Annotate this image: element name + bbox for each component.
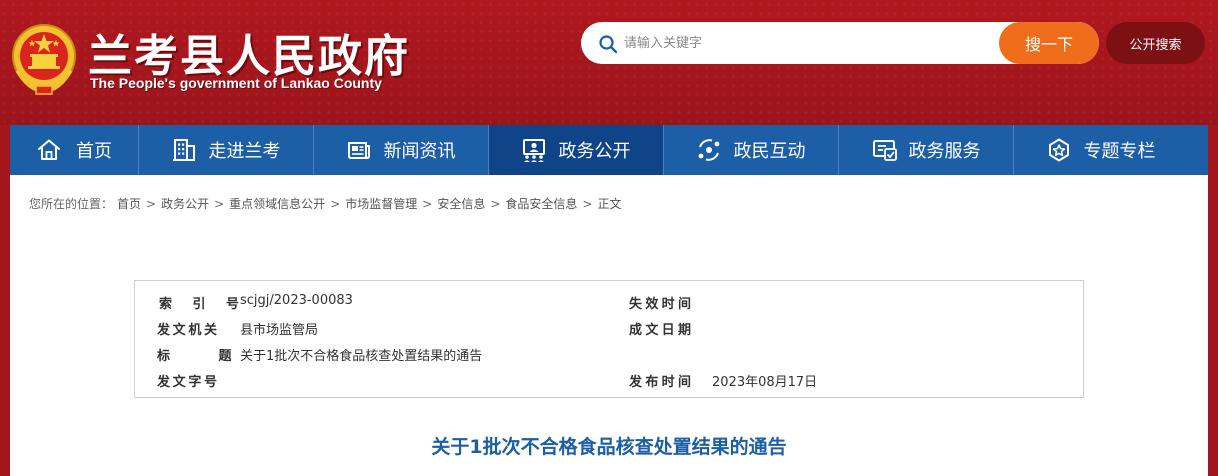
nav-label: 政务公开 [558,141,631,162]
site-subtitle: The People's government of Lankao County [90,75,382,91]
breadcrumb-separator: > [146,196,157,211]
meta-row: 发文字号 发布时间 2023年08月17日 [135,367,1083,393]
nav-item-home[interactable]: 首页 [10,125,138,175]
meta-row: 发文机关 县市场监管局 成文日期 [135,315,1083,341]
meta-label-issuer: 发文机关 [157,323,217,338]
meta-row: 索 引 号 scjgj/2023-00083 失效时间 [135,289,1083,315]
badge-icon [1048,138,1069,162]
article-title: 关于1批次不合格食品核查处置结果的通告 [431,436,787,458]
meta-label-docno: 发文字号 [157,375,217,390]
breadcrumb-separator: > [214,196,225,211]
breadcrumb-separator: > [330,196,341,211]
service-icon [872,140,897,161]
nav-label: 专题专栏 [1083,141,1156,162]
building-icon [172,139,195,161]
nav-item-services[interactable]: 政务服务 [838,125,1013,175]
main-nav: 首页 走进兰考 新闻资讯 政务公开 政民互动 政务服务 专题专栏 [10,125,1208,175]
search-box: 搜一下 [581,22,1099,64]
meta-value-publish: 2023年08月17日 [712,375,818,390]
breadcrumb-prefix: 您所在的位置： [29,197,114,211]
meta-value-issuer: 县市场监管局 [240,323,319,338]
document-meta-table: 索 引 号 scjgj/2023-00083 失效时间 发文机关 县市场监管局 … [134,280,1084,398]
home-icon [38,139,60,160]
search-input[interactable] [624,22,984,64]
nav-item-government-affairs[interactable]: 政务公开 [488,125,663,175]
nav-label: 政民互动 [733,141,806,162]
public-search-button[interactable]: 公开搜索 [1106,22,1205,64]
nav-label: 政务服务 [908,141,981,162]
meta-label-title: 标 题 [157,349,254,364]
meta-label-publish: 发布时间 [629,375,691,390]
meta-label-expire: 失效时间 [629,297,691,312]
nav-label: 首页 [76,141,112,162]
meta-value-title: 关于1批次不合格食品核查处置结果的通告 [240,349,483,364]
search-button[interactable]: 搜一下 [999,22,1099,64]
newspaper-icon [347,142,370,159]
nav-item-interaction[interactable]: 政民互动 [663,125,838,175]
breadcrumb-separator: > [582,196,593,211]
meta-value-index: scjgj/2023-00083 [240,293,353,308]
breadcrumb-separator: > [490,196,501,211]
national-emblem-icon [12,24,76,95]
breadcrumb-item-food-safety[interactable]: 食品安全信息 [505,195,577,212]
breadcrumb-current: 正文 [597,197,622,211]
breadcrumb-item-home[interactable]: 首页 [117,195,141,212]
breadcrumb-item-market-supervision[interactable]: 市场监督管理 [345,195,417,212]
breadcrumb-item-key-areas[interactable]: 重点领域信息公开 [229,195,325,212]
interaction-icon [698,139,719,161]
nav-item-news[interactable]: 新闻资讯 [313,125,488,175]
breadcrumb: 您所在的位置： 首页 > 政务公开 > 重点领域信息公开 > 市场监督管理 > … [29,195,622,212]
breadcrumb-item-safety-info[interactable]: 安全信息 [437,195,485,212]
people-board-icon [522,139,545,162]
breadcrumb-item-government-affairs[interactable]: 政务公开 [161,195,209,212]
meta-label-created: 成文日期 [629,323,691,338]
nav-label: 新闻资讯 [383,141,456,162]
meta-row: 标 题 关于1批次不合格食品核查处置结果的通告 [135,341,1083,367]
site-header: 兰考县人民政府 The People's government of Lanka… [0,0,1218,125]
search-icon [599,35,618,54]
meta-label-index: 索 引 号 [159,297,239,312]
nav-item-about[interactable]: 走进兰考 [138,125,313,175]
main-content: 您所在的位置： 首页 > 政务公开 > 重点领域信息公开 > 市场监督管理 > … [10,175,1208,476]
nav-item-topics[interactable]: 专题专栏 [1013,125,1188,175]
nav-label: 走进兰考 [208,141,281,162]
breadcrumb-separator: > [422,196,433,211]
